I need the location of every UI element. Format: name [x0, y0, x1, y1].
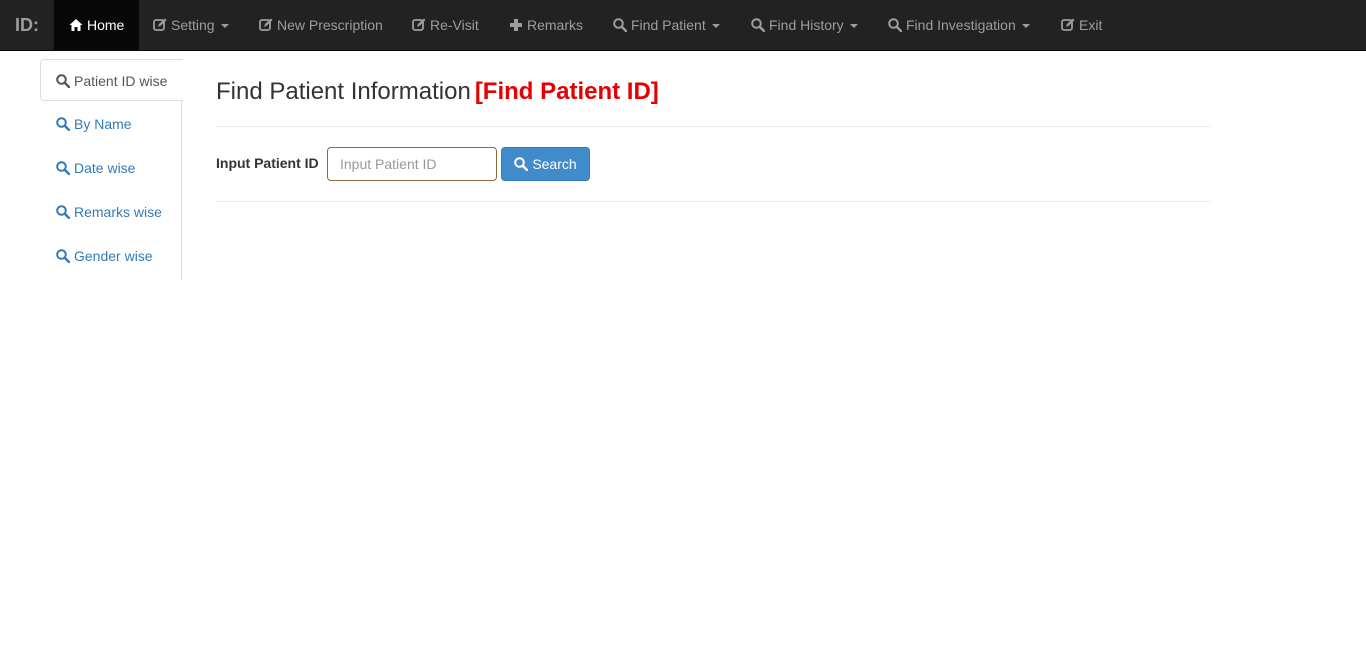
page-title-tag: [Find Patient ID]	[474, 78, 659, 105]
edit-icon	[412, 2, 426, 52]
chevron-down-icon	[220, 24, 229, 28]
nav-home[interactable]: Home	[54, 0, 140, 52]
search-button[interactable]: Search	[501, 147, 590, 181]
sidebar-item-label: By Name	[74, 116, 132, 132]
search-icon	[56, 237, 71, 279]
edit-icon	[153, 2, 167, 52]
home-icon	[69, 2, 83, 52]
sidebar-item-label: Patient ID wise	[74, 73, 168, 89]
sidebar-item-date-wise[interactable]: Date wise	[40, 147, 182, 189]
sidebar-item-label: Gender wise	[74, 248, 153, 264]
sidebar: Patient ID wise By Name Date wise Remark…	[40, 59, 183, 280]
sidebar-item-label: Date wise	[74, 160, 136, 176]
page-title: Find Patient Information [Find Patient ID…	[216, 78, 659, 106]
nav-find-history[interactable]: Find History	[736, 0, 873, 50]
search-icon	[56, 149, 71, 191]
nav-exit[interactable]: Exit	[1046, 0, 1117, 50]
nav-setting-label: Setting	[171, 17, 215, 33]
nav-new-prescription[interactable]: New Prescription	[244, 0, 398, 50]
divider	[216, 201, 1211, 202]
nav-home-label: Home	[87, 17, 125, 33]
sidebar-item-gender-wise[interactable]: Gender wise	[40, 235, 182, 277]
search-button-label: Search	[532, 156, 577, 172]
nav-re-visit[interactable]: Re-Visit	[397, 0, 494, 50]
nav-find-investigation[interactable]: Find Investigation	[873, 0, 1045, 50]
nav-remarks[interactable]: Remarks	[494, 0, 598, 50]
search-icon	[514, 150, 529, 182]
top-navbar: ID: Home Setting New Prescription Re-Vis…	[0, 0, 1366, 51]
chevron-down-icon	[711, 24, 720, 28]
divider	[216, 126, 1211, 127]
edit-icon	[259, 2, 273, 52]
edit-icon	[1061, 2, 1075, 52]
search-icon	[56, 193, 71, 235]
sidebar-item-patient-id-wise[interactable]: Patient ID wise	[40, 59, 183, 101]
nav-find-history-label: Find History	[769, 17, 844, 33]
sidebar-item-by-name[interactable]: By Name	[40, 103, 182, 145]
search-icon	[751, 2, 766, 52]
nav-find-patient[interactable]: Find Patient	[598, 0, 735, 50]
nav-find-patient-label: Find Patient	[631, 17, 706, 33]
chevron-down-icon	[1021, 24, 1030, 28]
search-icon	[613, 2, 628, 52]
nav-new-prescription-label: New Prescription	[277, 17, 383, 33]
plus-icon	[509, 2, 523, 52]
nav-exit-label: Exit	[1079, 17, 1103, 33]
sidebar-item-label: Remarks wise	[74, 204, 162, 220]
page-title-text: Find Patient Information	[216, 78, 471, 105]
nav-setting[interactable]: Setting	[138, 0, 244, 50]
nav-re-visit-label: Re-Visit	[430, 17, 479, 33]
nav-find-investigation-label: Find Investigation	[906, 17, 1016, 33]
sidebar-item-remarks-wise[interactable]: Remarks wise	[40, 191, 182, 233]
nav-remarks-label: Remarks	[527, 17, 584, 33]
patient-id-input[interactable]	[327, 147, 497, 181]
search-icon	[56, 105, 71, 147]
patient-id-label: Input Patient ID	[216, 155, 319, 171]
brand[interactable]: ID:	[15, 0, 39, 50]
chevron-down-icon	[849, 24, 858, 28]
search-icon	[888, 2, 903, 52]
search-icon	[56, 62, 71, 104]
